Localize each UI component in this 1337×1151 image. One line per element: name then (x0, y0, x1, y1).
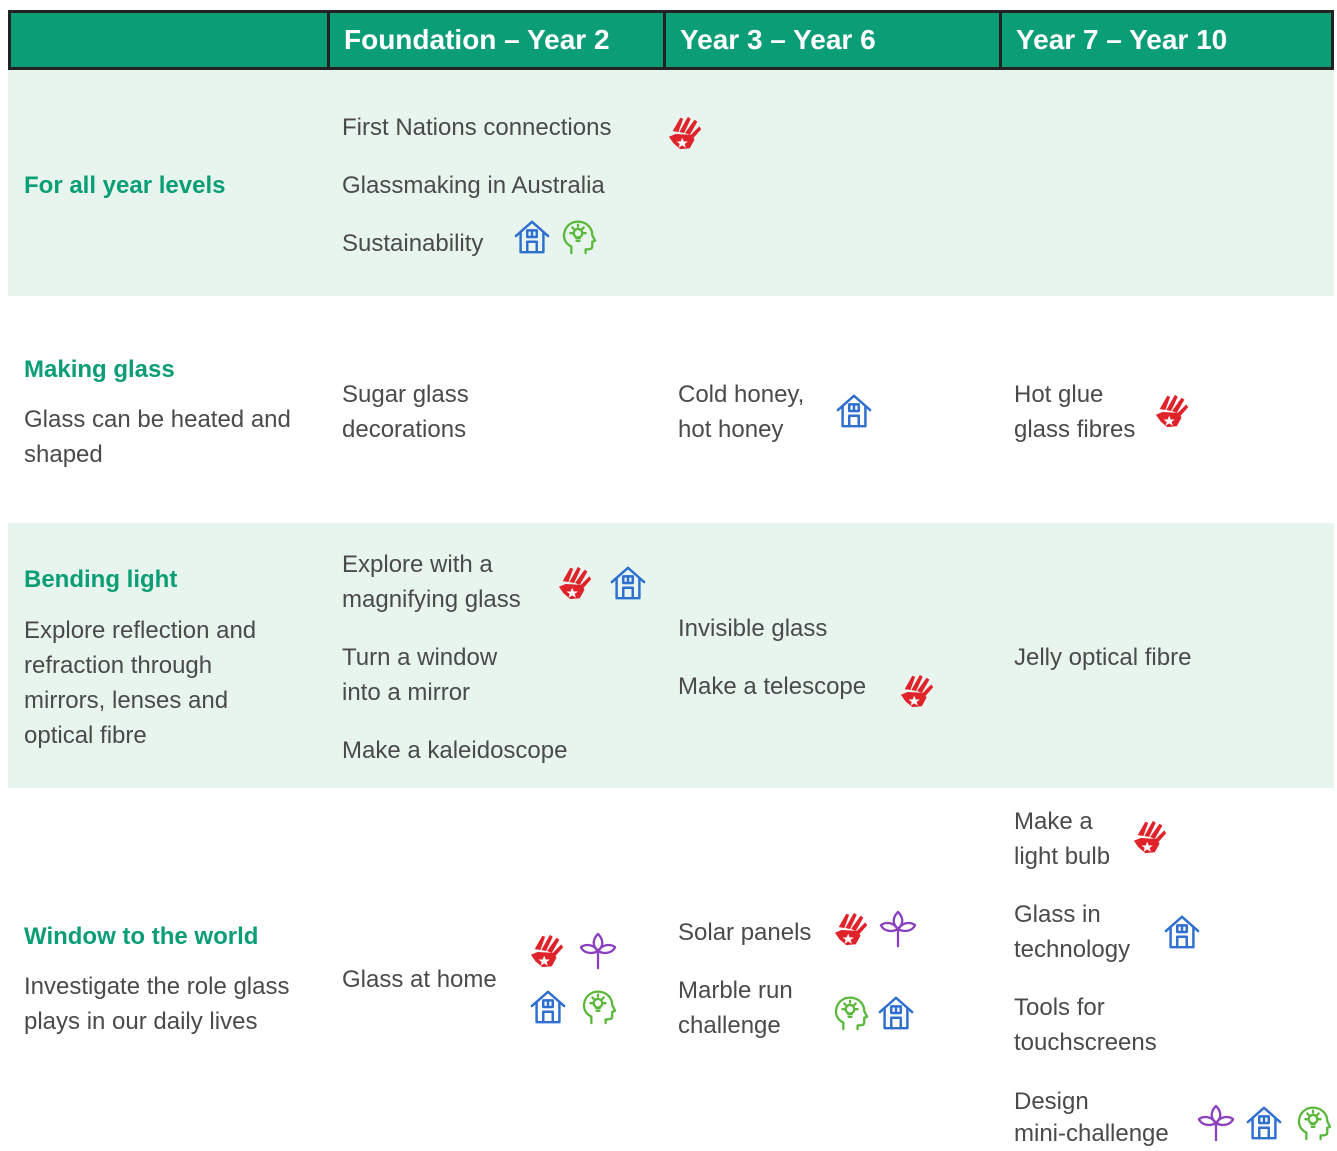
head-bulb-icon (1294, 1104, 1332, 1142)
table-header: Foundation – Year 2 Year 3 – Year 6 Year… (8, 10, 1334, 70)
hand-icon (1154, 392, 1192, 430)
row-desc-bending-line4: optical fibre (24, 722, 147, 749)
row-title-bending-light: Bending light (24, 566, 178, 593)
activity-magnifying-line2: magnifying glass (342, 586, 521, 613)
activity-jelly-optical-fibre: Jelly optical fibre (1014, 644, 1192, 671)
activity-design-line1: Design (1014, 1088, 1089, 1115)
activity-first-nations: First Nations connections (342, 114, 612, 141)
activity-solar-panels: Solar panels (678, 919, 812, 946)
house-icon (513, 218, 551, 256)
row-title-making-glass: Making glass (24, 356, 175, 383)
activity-magnifying-line1: Explore with a (342, 551, 493, 578)
column-header-foundation-year2: Foundation – Year 2 (327, 13, 663, 67)
row-desc-bending-line1: Explore reflection and (24, 617, 257, 644)
house-icon (529, 988, 567, 1026)
activity-touchscreens-line1: Tools for (1014, 994, 1105, 1021)
house-icon (609, 564, 647, 602)
row-title-window-world: Window to the world (24, 923, 259, 950)
hand-icon (667, 114, 705, 152)
activity-marble-run-line2: challenge (678, 1012, 781, 1039)
activity-design-line2: mini-challenge (1014, 1120, 1169, 1147)
activity-telescope: Make a telescope (678, 673, 867, 700)
activity-window-mirror-line1: Turn a window (342, 644, 498, 671)
activity-light-bulb-line1: Make a (1014, 808, 1093, 835)
row-desc-bending-line3: mirrors, lenses and (24, 687, 229, 714)
activity-glass-at-home: Glass at home (342, 966, 497, 993)
hand-icon (557, 564, 595, 602)
row-desc-making-line2: shaped (24, 441, 103, 468)
row-desc-bending-line2: refraction through (24, 652, 213, 679)
activity-window-mirror-line2: into a mirror (342, 679, 471, 706)
leaf-icon (1197, 1104, 1235, 1142)
house-icon (877, 994, 915, 1032)
leaf-icon (579, 932, 617, 970)
hand-icon (529, 932, 567, 970)
row-desc-window-line1: Investigate the role glass (24, 973, 290, 1000)
activity-sugar-glass-line2: decorations (342, 416, 467, 443)
leaf-icon (879, 910, 917, 948)
row-desc-window-line2: plays in our daily lives (24, 1008, 258, 1035)
activity-hot-glue-line1: Hot glue (1014, 381, 1104, 408)
activity-invisible-glass: Invisible glass (678, 615, 828, 642)
activity-glassmaking-australia: Glassmaking in Australia (342, 172, 605, 199)
house-icon (835, 392, 873, 430)
head-bulb-icon (559, 218, 597, 256)
row-title-all: For all year levels (24, 172, 226, 199)
house-icon (1245, 1104, 1283, 1142)
activity-honey-line2: hot honey (678, 416, 784, 443)
column-header-year7-year10: Year 7 – Year 10 (999, 13, 1331, 67)
activity-kaleidoscope: Make a kaleidoscope (342, 737, 568, 764)
column-header-year3-year6: Year 3 – Year 6 (663, 13, 999, 67)
activity-glass-technology-line1: Glass in (1014, 901, 1101, 928)
activity-touchscreens-line2: touchscreens (1014, 1029, 1157, 1056)
head-bulb-icon (831, 994, 869, 1032)
activity-glass-technology-line2: technology (1014, 936, 1131, 963)
hand-icon (899, 672, 937, 710)
activity-sustainability: Sustainability (342, 230, 484, 257)
house-icon (1163, 913, 1201, 951)
activity-sugar-glass-line1: Sugar glass (342, 381, 469, 408)
activity-hot-glue-line2: glass fibres (1014, 416, 1136, 443)
activity-marble-run-line1: Marble run (678, 977, 793, 1004)
hand-icon (833, 910, 871, 948)
head-bulb-icon (579, 988, 617, 1026)
activity-honey-line1: Cold honey, (678, 381, 805, 408)
row-desc-making-line1: Glass can be heated and (24, 406, 291, 433)
activity-light-bulb-line2: light bulb (1014, 843, 1111, 870)
hand-icon (1132, 818, 1170, 856)
